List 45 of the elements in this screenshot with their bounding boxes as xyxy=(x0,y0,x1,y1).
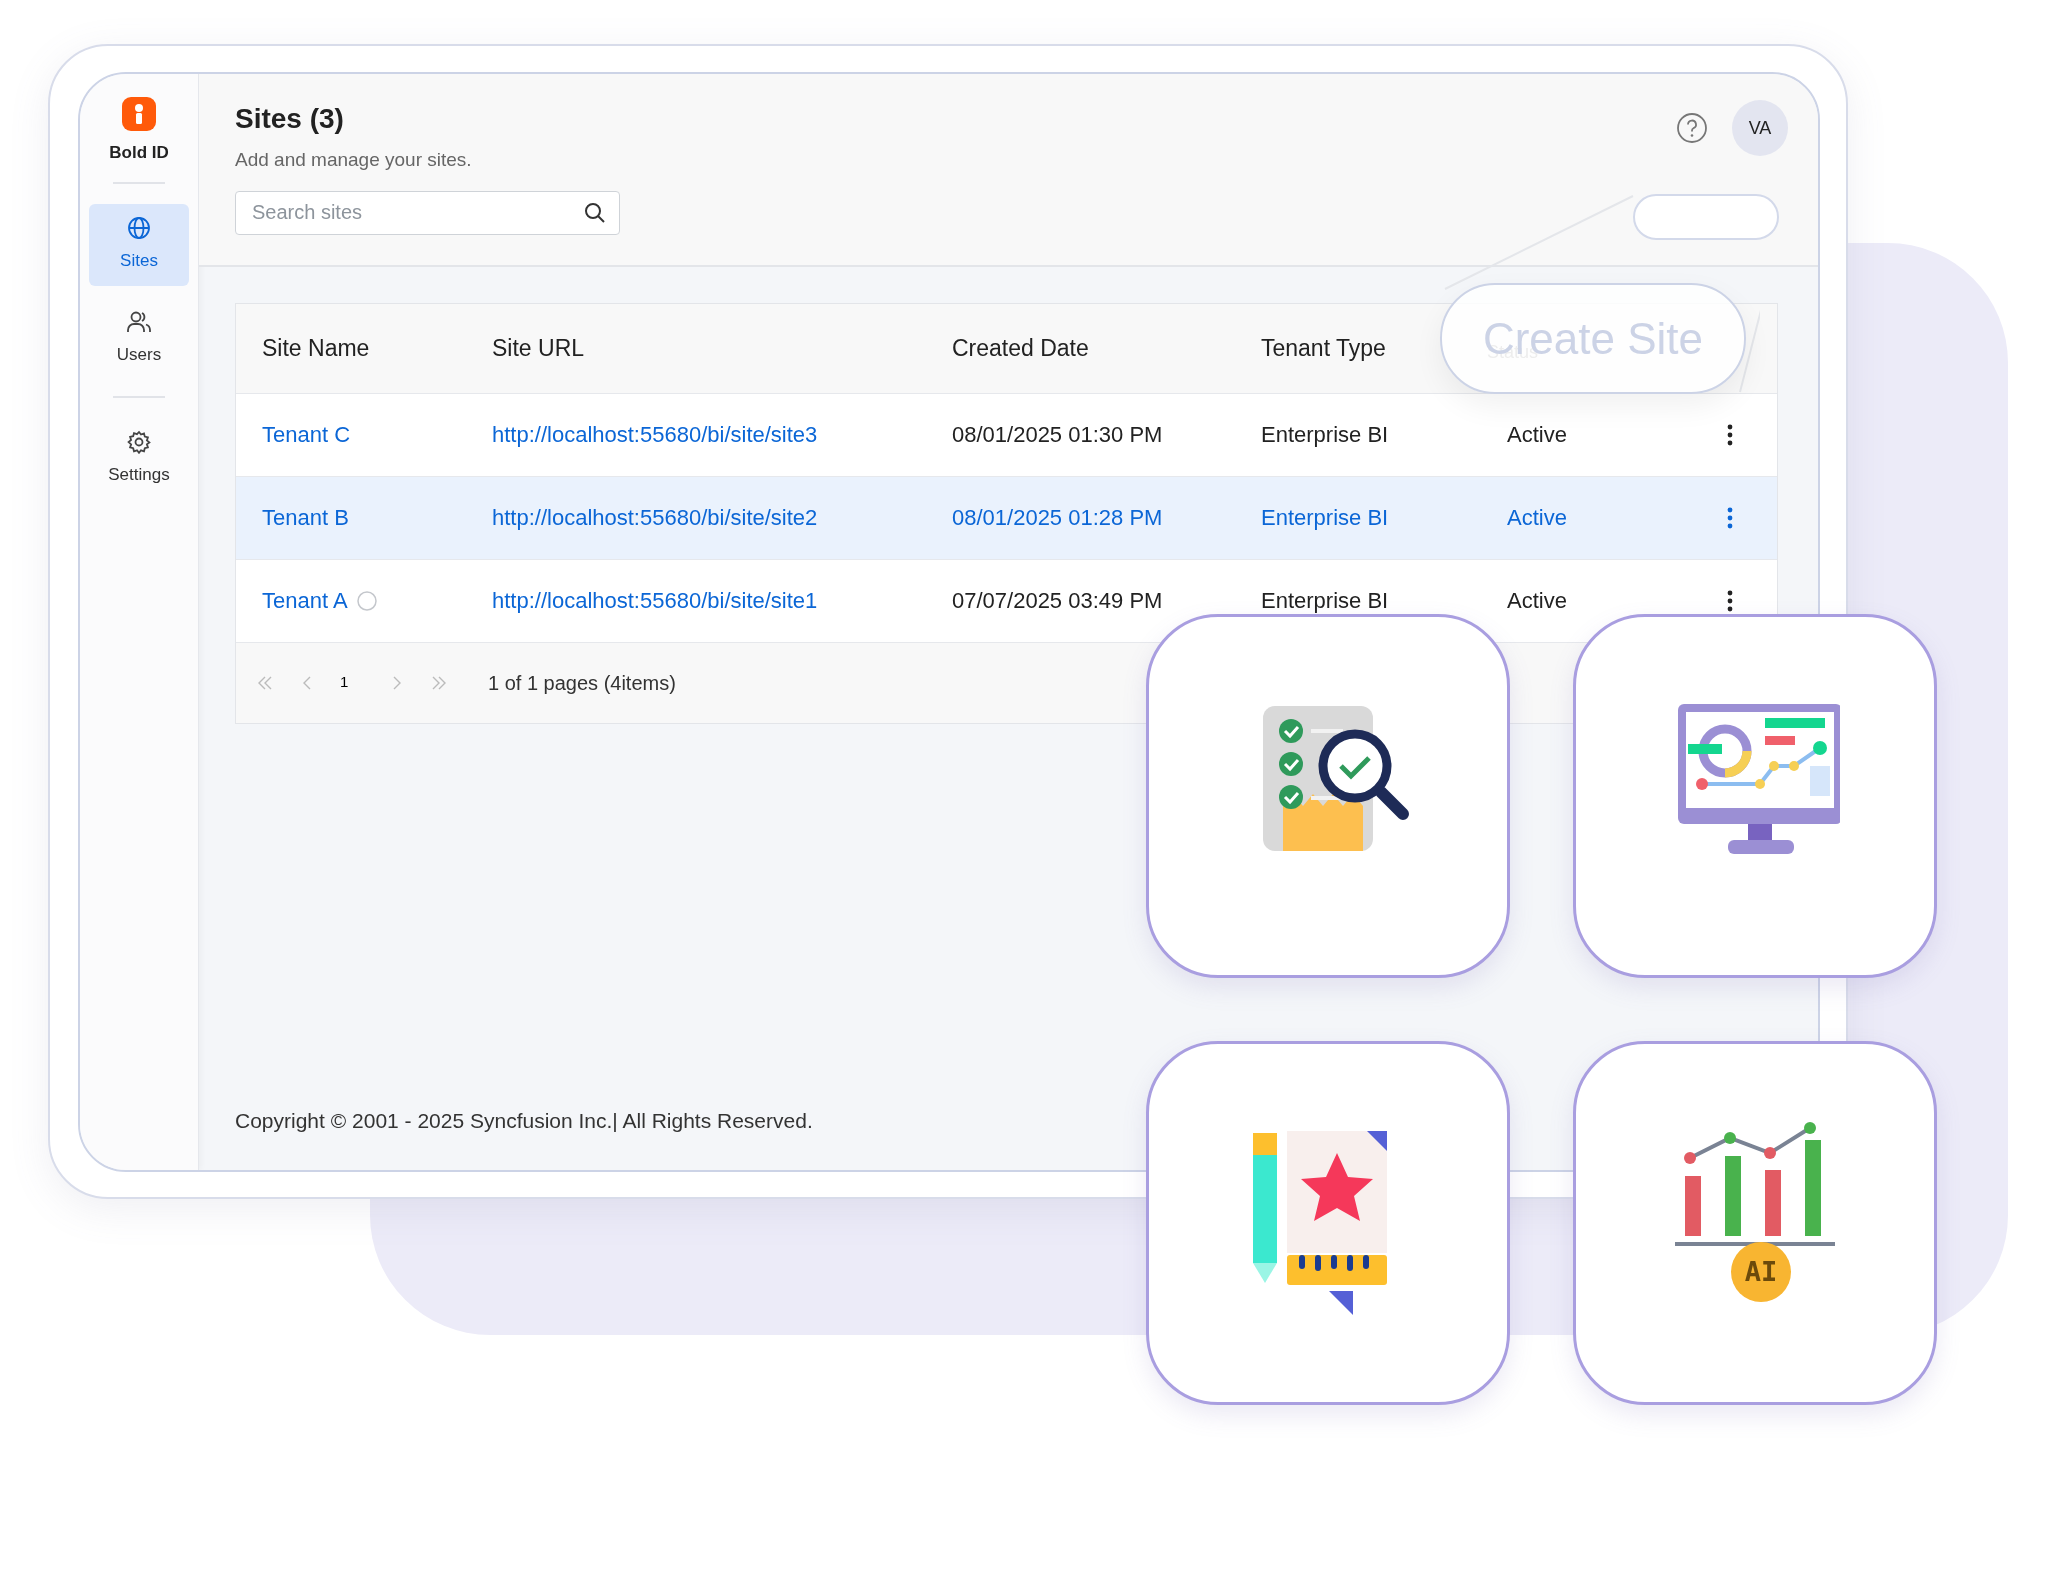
chart-bar xyxy=(1765,1170,1781,1236)
site-url-link[interactable]: http://localhost:55680/bi/site/site2 xyxy=(492,501,952,534)
sidebar-item[interactable]: Settings xyxy=(89,417,189,500)
site-url-link[interactable]: http://localhost:55680/bi/site/site1 xyxy=(492,584,952,617)
user-avatar[interactable]: VA xyxy=(1732,100,1788,156)
table-cell-text: Enterprise BI xyxy=(1261,504,1390,532)
sidebar-item[interactable]: Sites xyxy=(89,203,189,286)
globe-icon xyxy=(127,215,151,240)
kebab-menu-icon[interactable] xyxy=(1727,423,1733,446)
search-field[interactable]: Search sites xyxy=(235,190,620,235)
site-name-link[interactable]: Tenant A xyxy=(262,584,348,617)
sidebar-item[interactable]: Users xyxy=(89,297,189,380)
search-icon xyxy=(584,201,606,224)
data-point xyxy=(1684,1152,1696,1164)
site-url-link[interactable]: http://localhost:55680/bi/site/site3 xyxy=(492,418,952,451)
ai-badge: AI xyxy=(1731,1242,1791,1302)
page-subtitle: Add and manage your sites. xyxy=(235,148,473,172)
site-name-link[interactable]: Tenant B xyxy=(262,501,349,534)
users-icon xyxy=(126,309,152,334)
kebab-menu-icon[interactable] xyxy=(1727,589,1733,612)
chart-bar xyxy=(1685,1176,1701,1236)
page-title: Sites (3) xyxy=(235,102,345,136)
copyright-text: Copyright © 2001 - 2025 Syncfusion Inc.| All Rights Reserved. xyxy=(235,1107,813,1134)
data-point xyxy=(1764,1147,1776,1159)
column-header: Site URL xyxy=(492,333,586,363)
table-cell-text: Active xyxy=(1507,587,1568,615)
page-summary: 1 of 1 pages (4items) xyxy=(488,670,676,696)
table-cell-text: Active xyxy=(1507,504,1568,532)
table-cell-text: Active xyxy=(1507,421,1568,449)
data-point xyxy=(1804,1122,1816,1134)
table-cell-text: 08/01/2025 01:30 PM xyxy=(952,421,1164,449)
site-name-link[interactable]: Tenant C xyxy=(262,418,351,451)
table-cell-text: 07/07/2025 03:49 PM xyxy=(952,587,1164,615)
table-row[interactable]: Tenant B http://localhost:55680/bi/site/site2 08/01/2025 01:28 PM Enterprise BI Active xyxy=(236,476,1777,560)
column-header: Site Name xyxy=(262,333,371,363)
gear-icon xyxy=(127,429,151,454)
table-cell-text: Enterprise BI xyxy=(1261,421,1390,449)
column-header: Created Date xyxy=(952,333,1090,363)
logo-icon xyxy=(121,96,157,132)
page-number[interactable]: 1 xyxy=(340,671,364,694)
table-cell-text: 08/01/2025 01:28 PM xyxy=(952,504,1164,532)
help-icon[interactable] xyxy=(1676,112,1708,144)
data-point xyxy=(1724,1132,1736,1144)
table-cell-text: Enterprise BI xyxy=(1261,587,1390,615)
brand-name: Bold ID xyxy=(109,142,169,164)
